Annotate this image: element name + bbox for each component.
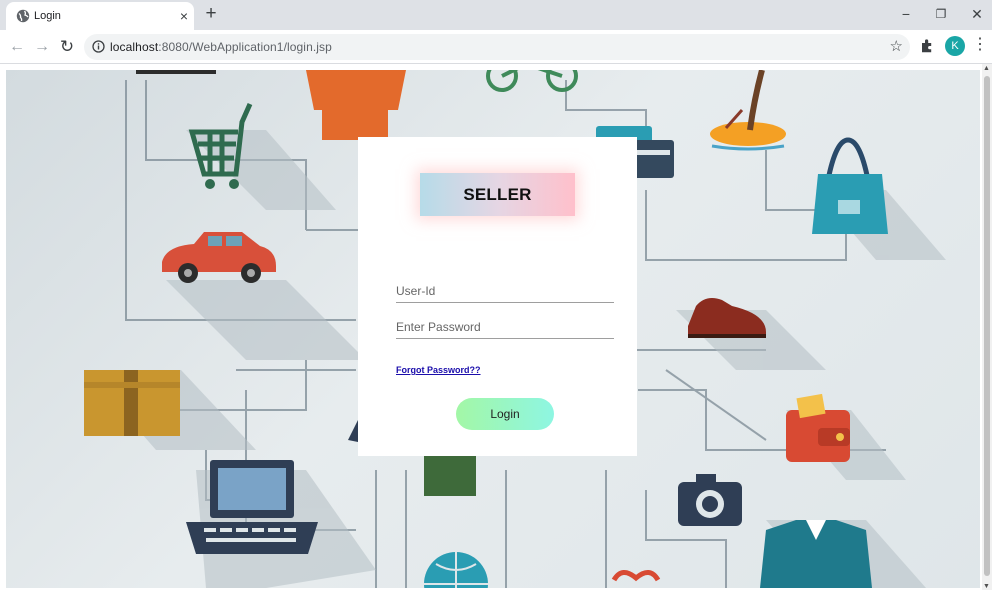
tab-close-button[interactable]: × (175, 7, 193, 25)
address-bar[interactable]: localhost:8080/WebApplication1/login.jsp… (84, 34, 910, 60)
extensions-icon[interactable] (918, 37, 936, 55)
url-host: localhost (110, 40, 159, 54)
profile-avatar[interactable]: K (945, 36, 965, 56)
tab-strip: Login × + − ❐ ✕ (0, 0, 992, 30)
login-card: SELLER Forgot Password?? Login (358, 137, 637, 456)
seller-heading: SELLER (420, 173, 575, 216)
window-close-button[interactable]: ✕ (966, 3, 988, 25)
minimize-button[interactable]: − (895, 3, 917, 25)
scroll-down-icon[interactable]: ▼ (983, 583, 990, 590)
menu-icon[interactable]: ⋮ (972, 35, 988, 55)
restore-button[interactable]: ❐ (930, 3, 952, 25)
url-text: localhost:8080/WebApplication1/login.jsp (110, 40, 332, 54)
globe-icon (16, 9, 30, 23)
new-tab-button[interactable]: + (201, 4, 221, 24)
url-path: :8080/WebApplication1/login.jsp (158, 40, 332, 54)
forgot-password-link[interactable]: Forgot Password?? (396, 365, 481, 375)
login-button[interactable]: Login (456, 398, 554, 430)
browser-toolbar: ← → ↻ localhost:8080/WebApplication1/log… (0, 30, 992, 64)
forward-icon[interactable]: → (31, 36, 53, 58)
tab-title: Login (34, 10, 61, 22)
browser-tab[interactable]: Login × (6, 2, 194, 30)
reload-icon[interactable]: ↻ (56, 36, 78, 58)
info-icon[interactable] (92, 40, 105, 53)
page-scrollbar[interactable]: ▲ ▼ (982, 64, 992, 590)
star-icon[interactable]: ☆ (890, 37, 903, 55)
scroll-thumb[interactable] (984, 76, 990, 576)
scroll-up-icon[interactable]: ▲ (983, 65, 990, 72)
userid-input[interactable] (396, 279, 614, 303)
password-input[interactable] (396, 315, 614, 339)
back-icon[interactable]: ← (6, 36, 28, 58)
